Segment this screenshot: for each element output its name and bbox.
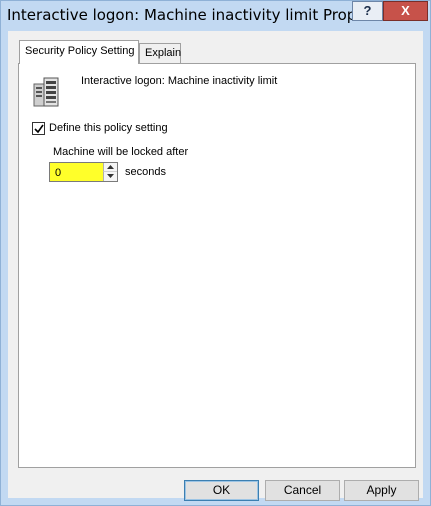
help-button[interactable]: ? <box>352 1 383 21</box>
close-button[interactable]: X <box>383 1 428 21</box>
tab-security-policy-setting[interactable]: Security Policy Setting <box>19 40 139 64</box>
policy-name: Interactive logon: Machine inactivity li… <box>81 75 278 87</box>
ok-button[interactable]: OK <box>184 480 259 501</box>
define-policy-checkbox[interactable] <box>32 122 45 135</box>
properties-dialog: Interactive logon: Machine inactivity li… <box>0 0 431 506</box>
chevron-down-icon <box>107 174 114 178</box>
locked-after-label: Machine will be locked after <box>53 146 189 158</box>
tab-explain[interactable]: Explain <box>139 43 181 63</box>
seconds-unit-label: seconds <box>125 166 166 178</box>
define-policy-label: Define this policy setting <box>49 122 168 134</box>
window-title: Interactive logon: Machine inactivity li… <box>7 6 397 24</box>
server-icon <box>30 75 64 109</box>
cancel-button[interactable]: Cancel <box>265 480 340 501</box>
inactivity-seconds-input[interactable] <box>55 165 95 180</box>
apply-button[interactable]: Apply <box>344 480 419 501</box>
tab-panel: Interactive logon: Machine inactivity li… <box>18 63 416 468</box>
chevron-up-icon <box>107 165 114 169</box>
title-bar[interactable]: Interactive logon: Machine inactivity li… <box>1 1 430 31</box>
spin-down-button[interactable] <box>103 172 117 181</box>
checkmark-icon <box>34 124 44 134</box>
dialog-client-area: Security Policy Setting Explain Interact… <box>8 31 423 501</box>
inactivity-seconds-spinner[interactable] <box>49 162 118 182</box>
spin-up-button[interactable] <box>103 163 117 172</box>
